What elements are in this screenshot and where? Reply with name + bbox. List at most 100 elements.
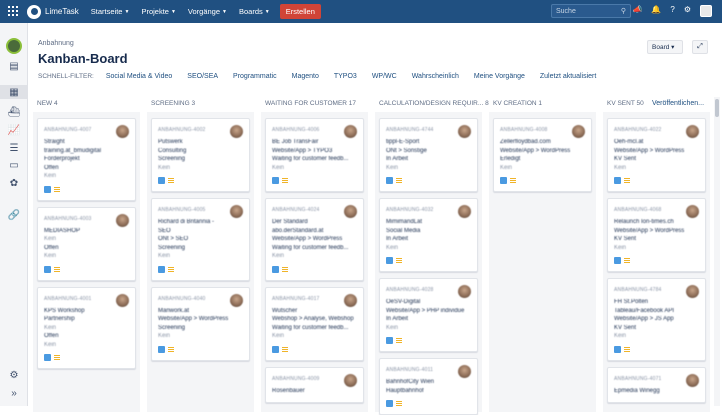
kanban-column: ANBAHNUNG-4007 Straight training.at_bmudig…	[33, 112, 140, 412]
card-field: Consulting	[158, 147, 187, 154]
issue-card[interactable]: ANBAHNUNG-4024 Der Standard abo.derStandar…	[265, 198, 364, 281]
notifications-icon[interactable]: 🔔	[651, 5, 661, 17]
breadcrumb[interactable]: Anbahnung	[38, 40, 74, 47]
card-field: Kein	[272, 253, 285, 259]
issue-card[interactable]: ANBAHNUNG-4071 Epmedia Winegg	[607, 366, 706, 403]
expand-sidebar-icon[interactable]: »	[8, 387, 20, 399]
card-field: Epmedia Winegg	[614, 387, 660, 394]
nav-startseite[interactable]: Startseite ▼	[91, 7, 130, 16]
chevron-down-icon: ▾	[671, 44, 675, 51]
assignee-avatar	[458, 125, 471, 138]
addons-icon[interactable]: ✿	[8, 177, 20, 189]
assignee-avatar	[686, 205, 699, 218]
app-switcher-icon[interactable]	[8, 6, 18, 16]
issue-key: ANBAHNUNG-4071	[614, 375, 662, 382]
card-field: Straight	[44, 139, 65, 145]
card-field: In Arbeit	[386, 236, 409, 242]
issue-key: ANBAHNUNG-4002	[158, 127, 206, 133]
assignee-avatar	[344, 125, 357, 138]
releases-icon[interactable]: ⛴	[8, 106, 21, 118]
issue-type-icon	[272, 177, 279, 184]
issue-key: ANBAHNUNG-4005	[158, 207, 206, 213]
link-icon[interactable]: 🔗	[8, 209, 20, 221]
issue-type-icon	[386, 257, 393, 264]
issues-icon[interactable]: ☰	[8, 142, 20, 154]
card-field: Hauptbahnhof	[386, 387, 424, 394]
filter-wahrscheinlich[interactable]: Wahrscheinlich	[412, 73, 459, 80]
issue-card[interactable]: ANBAHNUNG-4009 Rosenbauer	[265, 366, 364, 403]
card-field: Kein	[614, 333, 627, 339]
megaphone-icon[interactable]: 📣	[632, 5, 642, 17]
card-field: KPS Workshop	[44, 307, 85, 314]
issue-card[interactable]: ANBAHNUNG-4011 BahnhofCity Wien Hauptbahnh…	[379, 358, 478, 415]
nav-projekte[interactable]: Projekte ▼	[141, 7, 175, 16]
search-placeholder: Suche	[556, 7, 576, 15]
card-field: Relaunch Ion-times.ch	[614, 219, 674, 225]
card-field: Kein	[44, 236, 57, 242]
filter-seo-sea[interactable]: SEO/SEA	[187, 73, 218, 80]
publish-button[interactable]: Veröffentlichen...	[652, 100, 704, 107]
filter-social-media[interactable]: Social Media & Video	[106, 73, 172, 80]
filter-wp-wc[interactable]: WP/WC	[372, 73, 397, 80]
issue-card[interactable]: ANBAHNUNG-4017 Wutscher Webshop > Analyse,…	[265, 286, 364, 361]
reports-icon[interactable]: 📈	[8, 124, 20, 136]
user-avatar[interactable]	[700, 5, 712, 17]
filter-programmatic[interactable]: Programmatic	[233, 73, 277, 80]
issue-key: ANBAHNUNG-4068	[614, 207, 662, 213]
components-icon[interactable]: ▭	[8, 159, 20, 171]
card-field: BahnhofCity Wien	[386, 379, 435, 385]
nav-vorgaenge[interactable]: Vorgänge ▼	[188, 7, 227, 16]
gear-icon[interactable]: ⚙	[684, 5, 691, 17]
issue-card[interactable]: ANBAHNUNG-4007 Straight training.at_bmudig…	[37, 118, 136, 201]
card-field: Webshop > Analyse, Webshop	[272, 316, 354, 322]
issue-type-icon	[44, 265, 51, 273]
issue-card[interactable]: ANBAHNUNG-4001 KPS Workshop Partnership Kei…	[37, 286, 136, 369]
card-field: Putswerk	[158, 139, 183, 145]
issue-card[interactable]: ANBAHNUNG-4002 Putswerk Consulting Screenin…	[151, 118, 250, 192]
issue-type-icon	[158, 345, 165, 353]
card-field: Website/App > WordPress	[272, 236, 343, 242]
issue-card[interactable]: ANBAHNUNG-4784 FH St.Pölten Tableau/Facebo…	[607, 278, 706, 361]
issue-card[interactable]: ANBAHNUNG-4068 Relaunch Ion-times.ch Websi…	[607, 198, 706, 272]
scrollbar-thumb[interactable]	[715, 99, 719, 117]
issue-card[interactable]: ANBAHNUNG-4008 Zellerfloydbad.com Website/…	[493, 118, 592, 192]
board-menu-button[interactable]: Board ▾	[647, 40, 683, 54]
kanban-column: ANBAHNUNG-4002 Putswerk Consulting Screenin…	[147, 112, 254, 412]
issue-card[interactable]: ANBAHNUNG-4032 MimimandLat Social Media In …	[379, 198, 478, 272]
create-button[interactable]: Erstellen	[279, 4, 321, 19]
filter-meine-vorgaenge[interactable]: Meine Vorgänge	[474, 73, 525, 80]
help-icon[interactable]: ?	[670, 5, 674, 17]
app-logo[interactable]: LimeTask	[27, 4, 79, 19]
priority-icon	[54, 186, 60, 192]
filter-zuletzt-aktualisiert[interactable]: Zuletzt aktualisiert	[540, 73, 596, 80]
card-field: MimimandLat	[386, 219, 423, 225]
search-input[interactable]: Suche ⚲	[551, 4, 631, 18]
card-field: Der Standard	[272, 219, 308, 225]
kanban-column: ANBAHNUNG-4022 Oeh-mcl.at Website/App > Wo…	[603, 112, 710, 412]
card-field: Zellerfloydbad.com	[500, 139, 551, 145]
issue-card[interactable]: ANBAHNUNG-4005 Richard di Britannia - SEO O…	[151, 198, 250, 281]
kanban-column: ANBAHNUNG-4744 tippl-E-Sport ONt > Sonstig…	[375, 112, 482, 415]
board-scrollbar[interactable]	[714, 97, 720, 406]
issue-card[interactable]: ANBAHNUNG-4022 Oeh-mcl.at Website/App > Wo…	[607, 118, 706, 192]
chevron-down-icon: ▼	[264, 8, 270, 15]
card-field: Waiting for customer feedb...	[272, 244, 349, 251]
issue-card[interactable]: ANBAHNUNG-4744 tippl-E-Sport ONt > Sonstig…	[379, 118, 478, 192]
card-field: Screening	[158, 324, 186, 331]
issue-type-icon	[386, 337, 393, 344]
project-avatar[interactable]	[6, 38, 22, 54]
fullscreen-button[interactable]: ⤢	[692, 40, 708, 54]
issue-card[interactable]: ANBAHNUNG-4006 BE Job TransFair Website/Ap…	[265, 118, 364, 192]
filter-magento[interactable]: Magento	[292, 73, 319, 80]
issue-key: ANBAHNUNG-4011	[386, 367, 434, 373]
issue-card[interactable]: ANBAHNUNG-4003 MEDIASHOP Kein Offen Kein	[37, 206, 136, 281]
nav-boards[interactable]: Boards ▼	[239, 7, 270, 16]
issue-card[interactable]: ANBAHNUNG-4028 OeSV-Digital Website/App > …	[379, 278, 478, 352]
filter-typo3[interactable]: TYPO3	[334, 73, 357, 80]
backlog-icon[interactable]: ▤	[8, 60, 20, 72]
assignee-avatar	[344, 373, 357, 387]
settings-icon[interactable]: ⚙	[8, 369, 20, 381]
board-icon[interactable]: ▦	[8, 86, 20, 98]
issue-type-icon	[500, 177, 507, 184]
issue-card[interactable]: ANBAHNUNG-4040 Manwork.at Website/App > Wo…	[151, 286, 250, 361]
